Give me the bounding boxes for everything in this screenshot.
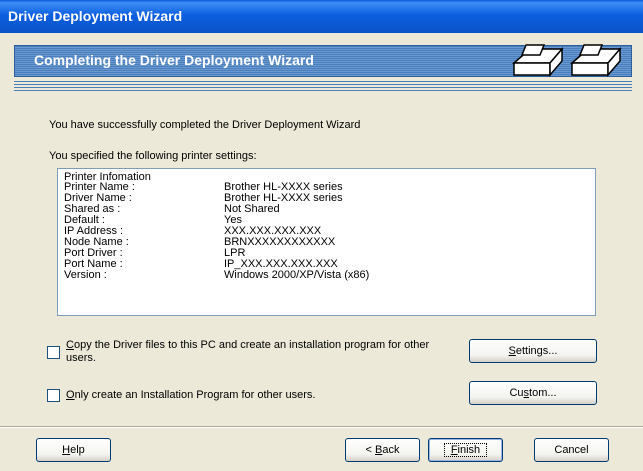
- title-bar[interactable]: Driver Deployment Wizard: [0, 0, 643, 33]
- completed-text: You have successfully completed the Driv…: [49, 119, 361, 131]
- settings-intro-text: You specified the following printer sett…: [49, 150, 257, 162]
- finish-button[interactable]: Finish: [428, 438, 503, 462]
- wizard-window: Driver Deployment Wizard Completing the …: [0, 0, 643, 471]
- banner-title: Completing the Driver Deployment Wizard: [34, 52, 314, 68]
- only-installation-program-label[interactable]: Only create an Installation Program for …: [66, 389, 315, 401]
- printer-icon: [512, 44, 622, 78]
- wizard-banner: Completing the Driver Deployment Wizard: [0, 33, 643, 101]
- bottom-separator: [0, 426, 643, 428]
- only-installation-program-checkbox[interactable]: [47, 389, 60, 402]
- copy-driver-files-label[interactable]: Copy the Driver files to this PC and cre…: [66, 339, 429, 351]
- help-button[interactable]: Help: [36, 438, 111, 462]
- banner-lines: [14, 81, 632, 91]
- back-button[interactable]: < Back: [345, 438, 420, 462]
- settings-button[interactable]: Settings...: [469, 339, 597, 363]
- copy-driver-files-checkbox[interactable]: [47, 346, 60, 359]
- window-title: Driver Deployment Wizard: [8, 8, 183, 24]
- printer-settings-list[interactable]: Printer Infomation Printer Name : Brother…: [57, 168, 596, 316]
- copy-driver-files-label-line2[interactable]: users.: [66, 352, 96, 364]
- custom-button[interactable]: Custom...: [469, 381, 597, 405]
- cancel-button[interactable]: Cancel: [534, 438, 609, 462]
- list-item: Version : Windows 2000/XP/Vista (x86): [64, 269, 370, 281]
